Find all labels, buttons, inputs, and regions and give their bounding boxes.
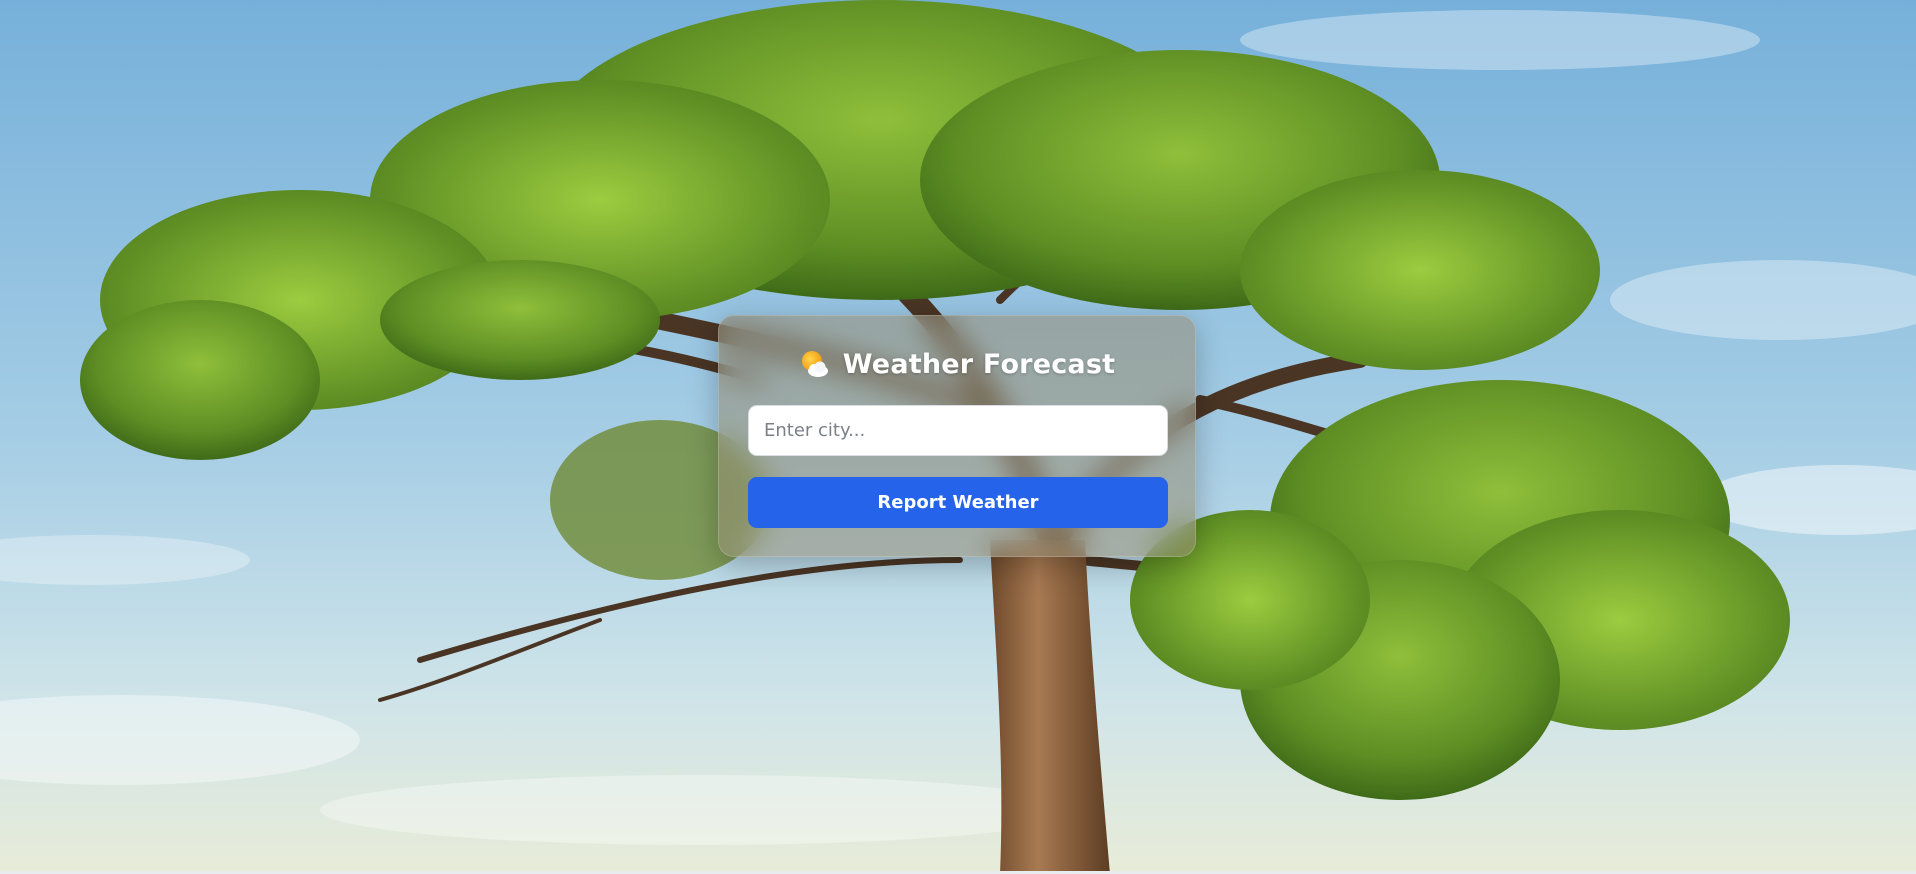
title-row: Weather Forecast: [748, 346, 1166, 382]
page-title: Weather Forecast: [842, 348, 1116, 380]
sun-behind-cloud-icon: [799, 348, 831, 380]
city-search-input[interactable]: [748, 405, 1168, 456]
page: Weather Forecast Report Weather: [0, 0, 1916, 874]
weather-card: Weather Forecast Report Weather: [718, 315, 1196, 557]
report-weather-button[interactable]: Report Weather: [748, 477, 1168, 528]
